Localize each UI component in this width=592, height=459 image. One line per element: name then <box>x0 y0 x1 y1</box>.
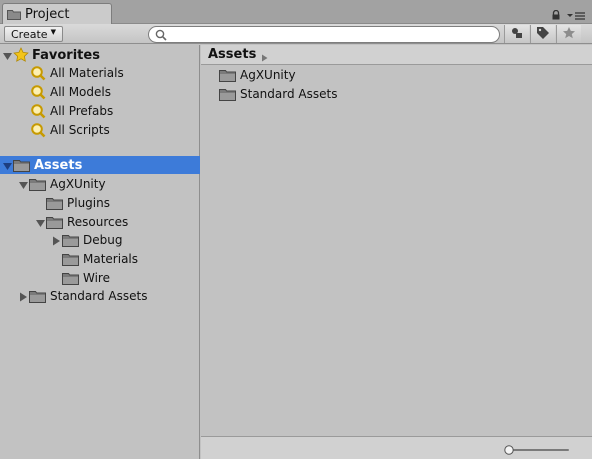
favorite-item-label: All Scripts <box>50 123 110 137</box>
favorites-header[interactable]: Favorites <box>0 46 200 64</box>
star-icon <box>562 26 576 43</box>
status-bar <box>201 436 592 459</box>
tree-item-agxunity[interactable]: AgXUnity <box>0 175 200 193</box>
tree-item-assets[interactable]: Assets <box>0 156 200 174</box>
favorite-item-all-models[interactable]: All Models <box>0 83 200 101</box>
tree-item-materials[interactable]: Materials <box>0 250 200 268</box>
folder-icon <box>46 197 63 210</box>
collapsed-arrow-icon[interactable] <box>52 235 62 246</box>
tree-item-label: Materials <box>83 252 139 266</box>
search-icon <box>155 29 167 41</box>
tree-item-debug[interactable]: Debug <box>0 231 200 249</box>
favorite-item-all-scripts[interactable]: All Scripts <box>0 121 200 139</box>
create-button-label: Create <box>11 27 48 41</box>
tree-item-label: Resources <box>67 215 129 229</box>
asset-list: AgXUnity Standard Assets <box>201 66 592 436</box>
tree-item-label: Plugins <box>67 196 110 210</box>
list-item-standard-assets[interactable]: Standard Assets <box>219 85 337 103</box>
lock-icon[interactable] <box>551 9 561 20</box>
save-search-button[interactable] <box>556 25 581 43</box>
create-button[interactable]: Create ▼ <box>4 26 63 42</box>
folder-icon <box>219 69 236 82</box>
folder-icon <box>62 272 79 285</box>
folder-icon <box>29 178 46 191</box>
icon-size-slider[interactable] <box>503 444 571 455</box>
context-menu-icon[interactable] <box>566 9 586 21</box>
tree-item-standard-assets[interactable]: Standard Assets <box>0 287 200 305</box>
favorites-star-icon <box>13 47 29 63</box>
search-by-label-button[interactable] <box>530 25 555 43</box>
search-input[interactable] <box>171 28 491 41</box>
breadcrumb-arrow-icon <box>261 51 269 61</box>
breadcrumb-item-assets[interactable]: Assets <box>208 47 256 62</box>
expand-arrow-icon[interactable] <box>36 217 46 227</box>
dropdown-caret-icon: ▼ <box>50 28 56 36</box>
tree-item-label: Assets <box>34 157 83 173</box>
favorite-item-label: All Models <box>50 85 111 99</box>
saved-search-icon <box>30 103 46 119</box>
tab-label: Project <box>25 7 70 22</box>
folder-icon <box>219 88 236 101</box>
tree-item-label: Standard Assets <box>50 289 148 303</box>
expand-arrow-icon[interactable] <box>19 179 29 189</box>
tree-item-label: Wire <box>83 271 110 285</box>
saved-search-icon <box>30 84 46 100</box>
folder-icon <box>62 234 79 247</box>
expand-arrow-icon[interactable] <box>3 160 13 170</box>
tree-item-wire[interactable]: Wire <box>0 269 200 287</box>
folder-tree-panel: Favorites All Materials All Models All P… <box>0 45 200 459</box>
list-item-label: Standard Assets <box>240 87 338 101</box>
favorites-label: Favorites <box>32 47 100 63</box>
favorite-item-label: All Materials <box>50 66 124 80</box>
favorite-item-all-prefabs[interactable]: All Prefabs <box>0 102 200 120</box>
shapes-icon <box>510 27 524 42</box>
folder-icon <box>29 290 46 303</box>
saved-search-icon <box>30 122 46 138</box>
folder-icon <box>13 159 30 172</box>
favorite-item-label: All Prefabs <box>50 104 114 118</box>
favorite-item-all-materials[interactable]: All Materials <box>0 64 200 82</box>
expand-arrow-icon[interactable] <box>3 50 13 60</box>
collapsed-arrow-icon[interactable] <box>19 291 29 302</box>
saved-search-icon <box>30 65 46 81</box>
project-toolbar: Create ▼ <box>0 24 592 44</box>
tree-item-label: AgXUnity <box>50 177 106 191</box>
folder-icon <box>62 253 79 266</box>
breadcrumb: Assets <box>201 45 592 65</box>
tag-icon <box>536 26 550 43</box>
folder-icon <box>7 9 21 20</box>
list-item-agxunity[interactable]: AgXUnity <box>219 66 296 84</box>
tab-project[interactable]: Project <box>2 3 112 25</box>
folder-icon <box>46 216 63 229</box>
tab-bar: Project <box>0 0 592 25</box>
search-by-type-button[interactable] <box>504 25 529 43</box>
tree-item-resources[interactable]: Resources <box>0 213 200 231</box>
list-item-label: AgXUnity <box>240 68 296 82</box>
project-window: Project Create ▼ Favorites All Materials… <box>0 0 592 459</box>
tree-item-label: Debug <box>83 233 123 247</box>
tree-item-plugins[interactable]: Plugins <box>0 194 200 212</box>
search-field[interactable] <box>148 26 500 43</box>
